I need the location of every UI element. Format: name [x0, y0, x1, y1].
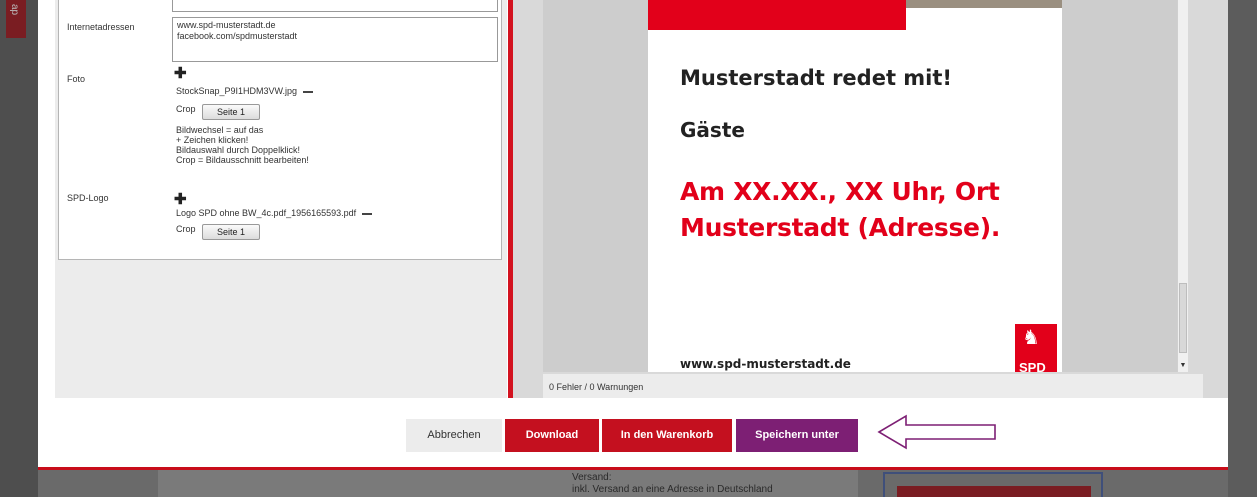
- event-line-1: Am XX.XX., XX Uhr, Ort: [680, 177, 1000, 206]
- photo-seite-button[interactable]: Seite 1: [202, 104, 260, 120]
- logo-crop-label: Crop: [176, 224, 196, 234]
- scrollbar-thumb[interactable]: [1179, 283, 1187, 353]
- add-to-cart-button[interactable]: In den Warenkorb: [602, 419, 732, 452]
- lion-emblem-icon: ♞: [1022, 327, 1040, 349]
- poster-red-band: [648, 0, 906, 30]
- previous-field-input[interactable]: [172, 0, 498, 12]
- internet-value-2: facebook.com/spdmusterstadt: [177, 31, 298, 41]
- logo-seite-button[interactable]: Seite 1: [202, 224, 260, 240]
- hint-line-4: Crop = Bildausschnitt bearbeiten!: [176, 155, 309, 165]
- validation-status: 0 Fehler / 0 Warnungen: [543, 374, 1203, 398]
- background-order-box: [883, 472, 1103, 497]
- hint-line-3: Bildauswahl durch Doppelklick!: [176, 145, 301, 155]
- editor-modal: Internetadressen www.spd-musterstadt.de …: [38, 0, 1228, 470]
- versand-label: Versand:: [572, 472, 612, 483]
- photo-hint: Bildwechsel = auf das + Zeichen klicken!…: [176, 125, 309, 165]
- side-tab-text: ap: [9, 4, 20, 16]
- save-as-button[interactable]: Speichern unter: [736, 419, 858, 452]
- poster-subtitle: Gäste: [680, 118, 745, 142]
- hint-line-2: + Zeichen klicken!: [176, 135, 249, 145]
- remove-logo-minus-icon[interactable]: [362, 212, 373, 215]
- event-line-2: Musterstadt (Adresse).: [680, 213, 1001, 242]
- internet-value-1: www.spd-musterstadt.de: [177, 20, 276, 30]
- spd-logo-text: SPD: [1019, 360, 1046, 372]
- preview-scrollbar[interactable]: ▼: [1177, 0, 1188, 372]
- photo-filename-text: StockSnap_P9I1HDM3VW.jpg: [176, 86, 298, 96]
- internet-label: Internetadressen: [67, 22, 135, 32]
- arrow-left-outline-icon: [877, 414, 996, 450]
- foto-label: Foto: [67, 74, 86, 84]
- form-card: Internetadressen www.spd-musterstadt.de …: [58, 0, 502, 260]
- spd-logo: ♞ SPD: [1015, 324, 1057, 372]
- remove-photo-minus-icon[interactable]: [303, 90, 314, 93]
- internet-address-textarea[interactable]: www.spd-musterstadt.de facebook.com/spdm…: [172, 17, 498, 62]
- background-order-button: [897, 486, 1091, 497]
- poster-title: Musterstadt redet mit!: [680, 66, 952, 90]
- background-sidebar: [0, 0, 38, 497]
- versand-detail: inkl. Versand an eine Adresse in Deutsch…: [572, 484, 773, 495]
- poster-url: www.spd-musterstadt.de: [680, 357, 851, 371]
- cancel-button[interactable]: Abbrechen: [406, 419, 502, 452]
- add-photo-plus-icon[interactable]: ✚: [174, 66, 187, 81]
- logo-filename: Logo SPD ohne BW_4c.pdf_1956165593.pdf: [176, 208, 373, 218]
- hint-line-1: Bildwechsel = auf das: [176, 125, 264, 135]
- photo-filename: StockSnap_P9I1HDM3VW.jpg: [176, 86, 314, 96]
- form-panel: Internetadressen www.spd-musterstadt.de …: [55, 0, 507, 398]
- background-versand: Versand: inkl. Versand an eine Adresse i…: [572, 472, 773, 496]
- background-side-tab: ap: [6, 0, 26, 38]
- poster-page: Musterstadt redet mit! Gäste Am XX.XX., …: [648, 0, 1062, 372]
- poster-event-text: Am XX.XX., XX Uhr, Ort Musterstadt (Adre…: [680, 174, 1000, 246]
- photo-crop-label: Crop: [176, 104, 196, 114]
- logo-filename-text: Logo SPD ohne BW_4c.pdf_1956165593.pdf: [176, 208, 357, 218]
- download-button[interactable]: Download: [505, 419, 599, 452]
- preview-area: Musterstadt redet mit! Gäste Am XX.XX., …: [513, 0, 1228, 398]
- add-logo-plus-icon[interactable]: ✚: [174, 192, 187, 207]
- scroll-down-arrow-icon[interactable]: ▼: [1178, 360, 1188, 371]
- preview-canvas[interactable]: Musterstadt redet mit! Gäste Am XX.XX., …: [543, 0, 1177, 372]
- spd-logo-label: SPD-Logo: [67, 193, 109, 203]
